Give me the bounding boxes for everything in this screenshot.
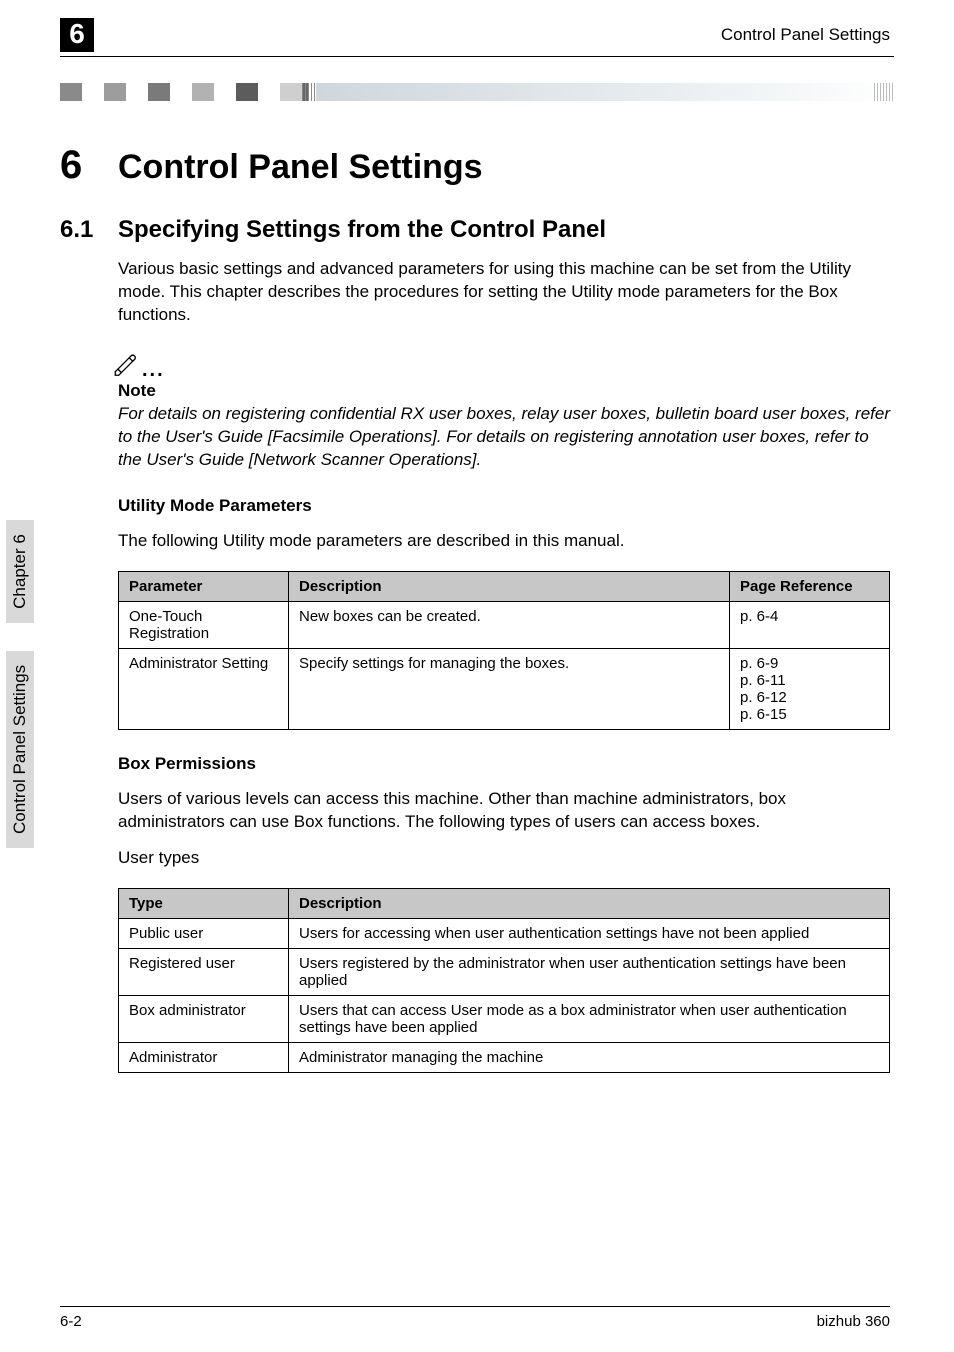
cell-page-reference: p. 6-9 p. 6-11 p. 6-12 p. 6-15	[730, 648, 890, 729]
cell-type: Registered user	[119, 949, 289, 996]
cell-description: Administrator managing the machine	[289, 1043, 890, 1073]
cell-parameter: One-Touch Registration	[119, 601, 289, 648]
table-row: Registered user Users registered by the …	[119, 949, 890, 996]
page-number: 6-2	[60, 1313, 82, 1330]
user-types-label: User types	[118, 847, 890, 870]
table-row: Administrator Administrator managing the…	[119, 1043, 890, 1073]
cell-description: Users registered by the administrator wh…	[289, 949, 890, 996]
table-row: Administrator Setting Specify settings f…	[119, 648, 890, 729]
cell-page-reference: p. 6-4	[730, 601, 890, 648]
pencil-icon	[110, 349, 138, 377]
cell-type: Administrator	[119, 1043, 289, 1073]
note-icon-row: ...	[110, 349, 890, 377]
cell-type: Public user	[119, 919, 289, 949]
box-heading: Box Permissions	[118, 754, 890, 774]
table-row: Public user Users for accessing when use…	[119, 919, 890, 949]
body: 6 Control Panel Settings 6.1 Specifying …	[0, 101, 954, 1073]
footer: 6-2 bizhub 360	[60, 1306, 890, 1330]
cell-description: Users that can access User mode as a box…	[289, 996, 890, 1043]
intro-paragraph: Various basic settings and advanced para…	[118, 258, 890, 327]
th-type: Type	[119, 889, 289, 919]
header-rule	[60, 56, 894, 57]
product-name: bizhub 360	[817, 1313, 890, 1330]
side-tab-chapter: Chapter 6	[6, 520, 34, 623]
section-title-text: Specifying Settings from the Control Pan…	[118, 216, 606, 244]
utility-heading: Utility Mode Parameters	[118, 496, 890, 516]
decor-bar	[0, 81, 894, 101]
chapter-badge: 6	[60, 18, 94, 52]
cell-type: Box administrator	[119, 996, 289, 1043]
cell-description: Specify settings for managing the boxes.	[289, 648, 730, 729]
chapter-title-number: 6	[60, 143, 118, 188]
note-block: ... Note For details on registering conf…	[118, 349, 890, 472]
th-description: Description	[289, 571, 730, 601]
doc-page: 6 Control Panel Settings 6 Control Panel…	[0, 0, 954, 1352]
th-description: Description	[289, 889, 890, 919]
running-head: 6 Control Panel Settings	[0, 0, 954, 52]
table-header-row: Type Description	[119, 889, 890, 919]
cell-description: Users for accessing when user authentica…	[289, 919, 890, 949]
utility-table: Parameter Description Page Reference One…	[118, 571, 890, 730]
box-permissions-table: Type Description Public user Users for a…	[118, 888, 890, 1073]
utility-intro: The following Utility mode parameters ar…	[118, 530, 890, 553]
table-row: Box administrator Users that can access …	[119, 996, 890, 1043]
running-title: Control Panel Settings	[721, 25, 890, 45]
chapter-title-text: Control Panel Settings	[118, 148, 483, 187]
side-tab-title: Control Panel Settings	[6, 651, 34, 848]
th-parameter: Parameter	[119, 571, 289, 601]
side-tab: Control Panel Settings Chapter 6	[6, 520, 34, 848]
decor-blocks	[60, 83, 308, 101]
decor-gradient	[316, 83, 894, 101]
box-intro: Users of various levels can access this …	[118, 788, 890, 834]
section-title-row: 6.1 Specifying Settings from the Control…	[118, 216, 890, 244]
note-label: Note	[118, 381, 890, 401]
cell-parameter: Administrator Setting	[119, 648, 289, 729]
th-page-reference: Page Reference	[730, 571, 890, 601]
section-title-number: 6.1	[60, 216, 118, 244]
note-dots-icon: ...	[142, 365, 165, 377]
table-row: One-Touch Registration New boxes can be …	[119, 601, 890, 648]
cell-description: New boxes can be created.	[289, 601, 730, 648]
chapter-title-row: 6 Control Panel Settings	[118, 143, 890, 188]
note-body: For details on registering confidential …	[118, 403, 890, 472]
table-header-row: Parameter Description Page Reference	[119, 571, 890, 601]
